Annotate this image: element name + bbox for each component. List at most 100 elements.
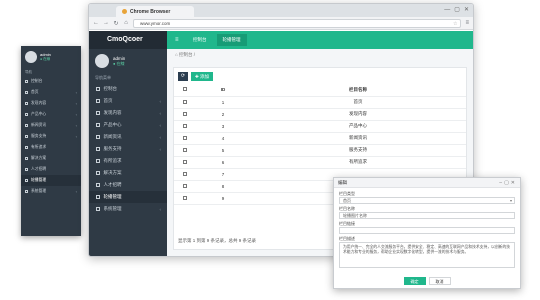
back-icon[interactable]: ← bbox=[93, 20, 99, 26]
description-textarea[interactable]: 为用户统一、完全的人交流服务平台，提供安全、稳定、高速的互联网产品和技术支持，以… bbox=[339, 242, 515, 268]
chevron-icon: ‹ bbox=[159, 134, 162, 140]
table-row[interactable]: 4 新闻资讯 bbox=[174, 132, 466, 145]
sidebar: CmoQcoer admin ● 在線 导航菜单 控制台 首页 ‹ 发现内容 ‹ 产… bbox=[89, 31, 167, 256]
checkbox-icon bbox=[183, 195, 187, 200]
maximize-button[interactable]: ▢ bbox=[454, 6, 460, 14]
close-window-button[interactable]: ✕ bbox=[464, 6, 469, 14]
sidebar-item-news[interactable]: 新闻资讯 ‹ bbox=[89, 131, 167, 143]
solution-icon bbox=[25, 157, 28, 160]
table-row[interactable]: 2 发现内容 bbox=[174, 108, 466, 121]
images-icon bbox=[96, 195, 100, 199]
compass-icon bbox=[25, 102, 28, 105]
table-row[interactable]: 1 首页 bbox=[174, 96, 466, 109]
type-select[interactable]: 首页 ▾ bbox=[339, 197, 515, 204]
table-row[interactable]: 6 有所追求 bbox=[174, 156, 466, 169]
avatar bbox=[25, 51, 37, 63]
row-checkbox[interactable] bbox=[174, 108, 196, 121]
refresh-button[interactable]: ⟳ bbox=[178, 71, 188, 81]
cell-name: 有所追求 bbox=[250, 156, 466, 169]
browser-tab[interactable]: Chrome Browser bbox=[116, 6, 194, 17]
mini-item-label: 轮播管理 bbox=[31, 178, 47, 182]
cell-id: 4 bbox=[196, 132, 250, 145]
browser-tab-strip: Chrome Browser — ▢ ✕ bbox=[89, 4, 473, 17]
link-input[interactable] bbox=[339, 227, 515, 234]
sidebar-item-home[interactable]: 首页 ‹ bbox=[89, 95, 167, 107]
mini-item-5[interactable]: 服务支持 ‹ bbox=[21, 131, 81, 142]
name-input[interactable]: 轮播图片名称 bbox=[339, 212, 515, 219]
box-icon bbox=[96, 123, 100, 127]
sidebar-item-support[interactable]: 服务支持 ‹ bbox=[89, 143, 167, 155]
sidebar-item-pursuit[interactable]: 有所追求 bbox=[89, 155, 167, 167]
cell-id: 7 bbox=[196, 168, 250, 181]
chevron-icon: ‹ bbox=[75, 134, 77, 139]
mini-item-label: 控制台 bbox=[31, 79, 43, 83]
cell-id: 5 bbox=[196, 144, 250, 157]
user-name: admin bbox=[113, 55, 126, 61]
chevron-icon: ‹ bbox=[75, 112, 77, 117]
sidebar-item-solutions[interactable]: 解决方案 bbox=[89, 167, 167, 179]
mini-item-9[interactable]: 轮播管理 bbox=[21, 175, 81, 186]
mini-item-4[interactable]: 新闻资讯 ‹ bbox=[21, 120, 81, 131]
dashboard-icon bbox=[25, 80, 28, 83]
row-checkbox[interactable] bbox=[174, 192, 196, 205]
home-nav-icon[interactable]: ⌂ bbox=[123, 20, 129, 26]
mini-item-10[interactable]: 系统管理 ‹ bbox=[21, 186, 81, 197]
menu-toggle-icon[interactable]: ≡ bbox=[175, 37, 183, 43]
column-header-name[interactable]: 栏目名称 bbox=[250, 84, 466, 97]
mini-item-3[interactable]: 产品中心 ‹ bbox=[21, 109, 81, 120]
sidebar-item-carousel[interactable]: 轮播管理 bbox=[89, 191, 167, 203]
bookmark-star-icon[interactable]: ☆ bbox=[453, 20, 457, 28]
add-button[interactable]: ✚ 添加 bbox=[191, 71, 214, 81]
home-icon bbox=[25, 91, 28, 94]
checkbox-icon bbox=[183, 111, 187, 116]
select-all-checkbox[interactable] bbox=[174, 84, 196, 97]
chevron-icon: ‹ bbox=[75, 123, 77, 128]
row-checkbox[interactable] bbox=[174, 120, 196, 133]
table-row[interactable]: 3 产品中心 bbox=[174, 120, 466, 133]
cell-id: 2 bbox=[196, 108, 250, 121]
row-checkbox[interactable] bbox=[174, 156, 196, 169]
dialog-controls: –▢✕ bbox=[499, 178, 517, 188]
app-logo: CmoQcoer bbox=[89, 31, 167, 49]
chevron-down-icon: ▾ bbox=[509, 198, 512, 203]
sidebar-item-dashboard[interactable]: 控制台 bbox=[89, 83, 167, 95]
sidebar-item-label: 有所追求 bbox=[103, 158, 122, 163]
sidebar-item-products[interactable]: 产品中心 ‹ bbox=[89, 119, 167, 131]
row-checkbox[interactable] bbox=[174, 144, 196, 157]
sidebar-item-recruit[interactable]: 人才招聘 bbox=[89, 179, 167, 191]
forward-icon[interactable]: → bbox=[103, 20, 109, 26]
sidebar-item-label: 首页 bbox=[103, 98, 113, 103]
minimize-button[interactable]: — bbox=[444, 6, 450, 14]
close-icon[interactable]: ✕ bbox=[511, 180, 517, 186]
url-text: www.ymor.com bbox=[140, 20, 171, 26]
mini-item-1[interactable]: 首页 ‹ bbox=[21, 87, 81, 98]
row-checkbox[interactable] bbox=[174, 96, 196, 109]
sidebar-item-discover[interactable]: 发现内容 ‹ bbox=[89, 107, 167, 119]
mini-item-7[interactable]: 解决方案 bbox=[21, 153, 81, 164]
tab-dashboard[interactable]: 控制台 bbox=[187, 34, 213, 46]
cell-id: 8 bbox=[196, 180, 250, 193]
mini-item-6[interactable]: 有所追求 bbox=[21, 142, 81, 153]
images-icon bbox=[25, 179, 28, 182]
browser-menu-icon[interactable]: ≡ bbox=[465, 20, 469, 26]
confirm-button[interactable]: 确定 bbox=[403, 277, 426, 285]
tab-carousel[interactable]: 轮播管理 bbox=[216, 34, 247, 46]
sidebar-item-label: 系统管理 bbox=[103, 206, 122, 211]
mini-item-8[interactable]: 人才招聘 bbox=[21, 164, 81, 175]
cancel-button[interactable]: 取消 bbox=[428, 277, 451, 285]
sidebar-item-system[interactable]: 系统管理 ‹ bbox=[89, 203, 167, 215]
column-header-id[interactable]: ID bbox=[196, 84, 250, 97]
window-controls: — ▢ ✕ bbox=[444, 6, 469, 14]
url-input[interactable]: www.ymor.com ☆ bbox=[133, 18, 462, 28]
row-checkbox[interactable] bbox=[174, 132, 196, 145]
chevron-icon: ‹ bbox=[75, 189, 77, 194]
dialog-footer: 确定 取消 bbox=[334, 277, 520, 285]
table-row[interactable]: 5 服务支持 bbox=[174, 144, 466, 157]
row-checkbox[interactable] bbox=[174, 180, 196, 193]
dialog-maximize-icon[interactable]: ▢ bbox=[504, 180, 511, 186]
row-checkbox[interactable] bbox=[174, 168, 196, 181]
reload-icon[interactable]: ↻ bbox=[113, 20, 119, 27]
chevron-icon: ‹ bbox=[159, 206, 162, 212]
mini-item-2[interactable]: 发现内容 ‹ bbox=[21, 98, 81, 109]
mini-item-0[interactable]: 控制台 bbox=[21, 76, 81, 87]
